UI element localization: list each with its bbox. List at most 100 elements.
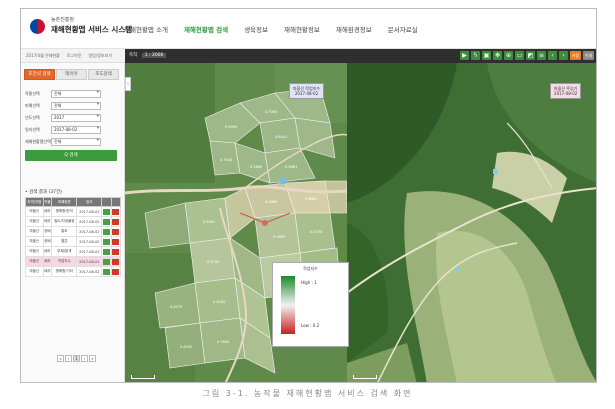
nav-item-intro[interactable]: 재해현황맵 소개 xyxy=(124,24,168,34)
table-row[interactable]: 마을산 배추 밀도/자생불량 2017-08-02 xyxy=(25,216,122,227)
form-row-crop: 작물선택 전체 xyxy=(25,89,121,99)
cell-crop: 배추 xyxy=(42,256,53,267)
main-nav: 재해현황맵 소개 재해현황맵 검색 생육정보 재해현황정보 재해환경정보 문서자… xyxy=(124,24,434,34)
delete-icon[interactable] xyxy=(112,218,120,225)
cell-region: 마을산 xyxy=(25,226,44,237)
right-map-date: 2017-08-02 xyxy=(554,91,578,96)
logo-icon xyxy=(30,19,45,34)
ruler-icon[interactable]: ≡ xyxy=(537,51,546,60)
form-row-damage: 피해선택 전체 xyxy=(25,101,121,111)
save-button[interactable]: 저장 xyxy=(570,51,581,60)
table-row-selected[interactable]: 마을산 배추 작업지수 2017-08-02 xyxy=(25,256,122,267)
print-button[interactable]: 인쇄 xyxy=(583,51,594,60)
nav-item-disaster-status[interactable]: 재해현황정보 xyxy=(284,24,320,34)
parcel-label: 0.5700 xyxy=(207,260,219,264)
nav-item-disaster-env[interactable]: 재해환경정보 xyxy=(336,24,372,34)
cell-delete xyxy=(110,236,122,247)
year-select[interactable]: 2017 xyxy=(51,114,101,122)
delete-icon[interactable] xyxy=(112,248,120,255)
delete-icon[interactable] xyxy=(112,258,120,265)
view-icon[interactable] xyxy=(102,208,110,215)
nav-item-search[interactable]: 재해현황맵 검색 xyxy=(184,24,228,34)
table-row[interactable]: 마을산 양배 홍조 2017-08-02 xyxy=(25,226,122,237)
form-row-year: 년도선택 2017 xyxy=(25,113,121,123)
cell-damage: 밀도/자생불량 xyxy=(51,216,78,227)
year-label: 년도선택 xyxy=(25,115,40,120)
col-region: 지역/지명 xyxy=(25,197,44,207)
cell-crop: 배추 xyxy=(42,266,53,277)
app-window: 농촌진흥청 재해현황맵 서비스 시스템 재해현황맵 소개 재해현황맵 검색 생육… xyxy=(20,8,597,383)
next-icon[interactable]: › xyxy=(559,51,568,60)
first-page-button[interactable]: « xyxy=(57,355,64,362)
map-type-select[interactable]: 전체 xyxy=(51,138,101,146)
search-zoom-icon[interactable]: ⊕ xyxy=(504,51,513,60)
nav-item-documents[interactable]: 문서자료실 xyxy=(388,24,418,34)
view-icon[interactable] xyxy=(102,248,110,255)
status-link[interactable]: 2017/4월 전체현황 xyxy=(26,53,60,59)
left-map-date: 2017-08-02 xyxy=(294,91,319,96)
figure-caption: 그림 3-1. 농작물 재해현황맵 서비스 검색 화면 xyxy=(202,389,413,398)
prev-icon[interactable]: ‹ xyxy=(548,51,557,60)
cell-view xyxy=(101,256,112,267)
map-right-aerial[interactable]: 마을산 주입기 2017-08-02 xyxy=(347,63,596,382)
delete-icon[interactable] xyxy=(112,268,120,275)
cell-region: 마을산 xyxy=(25,266,44,277)
date-field[interactable]: 2017-08-02 xyxy=(51,126,101,134)
cell-region: 마을산 xyxy=(25,246,44,257)
pan-icon[interactable]: ✥ xyxy=(493,51,502,60)
tab-condition-search[interactable]: 조건식 검색 xyxy=(24,69,55,80)
last-page-button[interactable]: » xyxy=(89,355,96,362)
play-icon[interactable]: ▶ xyxy=(460,51,469,60)
view-icon[interactable] xyxy=(102,268,110,275)
zoom-value[interactable]: 1 : 2000 xyxy=(141,53,167,58)
flash-icon[interactable]: ϟ xyxy=(471,51,480,60)
map-toolbar: 축척 1 : 2000 ▶ ϟ ▣ ✥ ⊕ ▭ ◩ ≡ ‹ › 저장 인쇄 xyxy=(125,49,596,63)
pagination: « ‹ 1 › » xyxy=(57,355,97,362)
parcel-label: 0.6180 xyxy=(180,345,192,349)
sub-header: 2017/4월 전체현황 로그아웃 알림/정보보기 축척 1 : 2000 ▶ … xyxy=(21,49,596,63)
view-icon[interactable] xyxy=(102,228,110,235)
right-map-title: 마을산 주입기 2017-08-02 xyxy=(550,83,582,99)
search-button[interactable]: Q 검색 xyxy=(25,150,117,161)
parcel-label: 0.6541 xyxy=(275,135,287,139)
page-1-button[interactable]: 1 xyxy=(73,355,80,362)
legend-gradient xyxy=(281,276,295,334)
table-row[interactable]: 마을산 배추 부패/탈색 2017-08-02 xyxy=(25,246,122,257)
cell-view xyxy=(101,246,112,257)
tab-layer[interactable]: 레이어 xyxy=(56,69,87,80)
parcel-label: 0.7060 xyxy=(265,110,277,114)
col-damage: 피해종류 xyxy=(51,197,78,207)
delete-icon[interactable] xyxy=(112,238,120,245)
view-icon[interactable] xyxy=(102,218,110,225)
next-page-button[interactable]: › xyxy=(81,355,88,362)
damage-select[interactable]: 전체 xyxy=(51,102,101,110)
prev-page-button[interactable]: ‹ xyxy=(65,355,72,362)
nav-item-growth[interactable]: 생육정보 xyxy=(244,24,268,34)
aerial-photo-image xyxy=(347,63,596,382)
parcel-label: 0.5890 xyxy=(273,235,285,239)
measure-icon[interactable]: ▭ xyxy=(515,51,524,60)
crop-select[interactable]: 전체 xyxy=(51,90,101,98)
collapse-sidebar-icon[interactable]: ‹ xyxy=(125,77,131,91)
cell-view xyxy=(101,206,112,217)
cell-crop: 배추 xyxy=(42,246,53,257)
brand-title[interactable]: 재해현황맵 서비스 시스템 xyxy=(51,24,132,35)
cell-date: 2017-08-02 xyxy=(76,236,103,247)
delete-icon[interactable] xyxy=(112,208,120,215)
tab-area-search[interactable]: 조도검색 xyxy=(88,69,119,80)
area-icon[interactable]: ◩ xyxy=(526,51,535,60)
zoom-label: 축척 xyxy=(129,53,138,58)
table-row[interactable]: 마을산 배추 병해충/탄저 2017-08-02 xyxy=(25,206,122,217)
info-link[interactable]: 알림/정보보기 xyxy=(88,53,111,59)
col-view xyxy=(101,197,112,207)
save-icon[interactable]: ▣ xyxy=(482,51,491,60)
table-row[interactable]: 마을산 양배 혈흔 2017-08-02 xyxy=(25,236,122,247)
cell-damage: 부패/탈색 xyxy=(51,246,78,257)
delete-icon[interactable] xyxy=(112,228,120,235)
col-date: 일자 xyxy=(76,197,103,207)
parcel-label: 0.5860 xyxy=(250,165,262,169)
logout-link[interactable]: 로그아웃 xyxy=(67,53,82,59)
view-icon[interactable] xyxy=(102,238,110,245)
table-row[interactable]: 마을산 배추 병해충/기타 2017-08-02 xyxy=(25,266,122,277)
view-icon[interactable] xyxy=(102,258,110,265)
